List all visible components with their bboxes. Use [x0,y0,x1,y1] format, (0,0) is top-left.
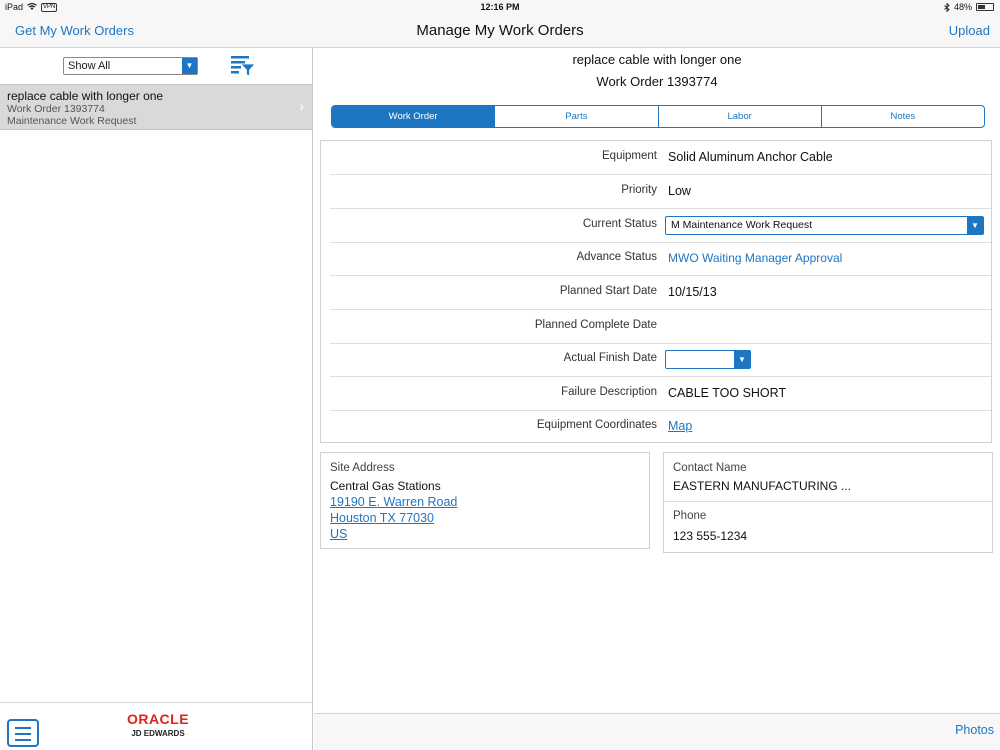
actual-finish-date-picker[interactable]: ▼ [665,350,751,369]
advance-status-row: Advance Status MWO Waiting Manager Appro… [321,242,991,276]
site-address-card: Site Address Central Gas Stations 19190 … [320,452,650,549]
photos-button[interactable]: Photos [955,723,994,737]
chevron-down-icon: ▼ [182,58,197,74]
phone-label: Phone [673,510,707,522]
page-title: Manage My Work Orders [416,22,584,39]
chevron-down-icon: ▼ [967,217,983,234]
planned-complete-label: Planned Complete Date [534,319,657,331]
tab-work-order[interactable]: Work Order [332,106,496,127]
tab-parts[interactable]: Parts [495,106,659,127]
contact-card: Contact Name EASTERN MANUFACTURING ... P… [663,452,993,553]
equipment-coordinates-label: Equipment Coordinates [536,419,657,431]
work-order-detail-panel: replace cable with longer one Work Order… [314,48,1000,750]
tab-labor[interactable]: Labor [659,106,822,127]
current-status-row: Current Status M Maintenance Work Reques… [321,209,991,243]
status-time: 12:16 PM [480,2,520,12]
equipment-value: Solid Aluminum Anchor Cable [668,150,833,164]
battery-icon [976,3,994,11]
actual-finish-row: Actual Finish Date ▼ [321,343,991,377]
oracle-jde-logo: ORACLE JD EDWARDS [118,711,198,738]
card-divider [664,501,992,502]
current-status-value: M Maintenance Work Request [671,219,813,231]
priority-label: Priority [621,184,657,196]
site-address-label: Site Address [330,462,395,474]
priority-row: Priority Low [321,175,991,209]
equipment-label: Equipment [602,150,657,162]
site-name: Central Gas Stations [330,479,441,493]
filter-list-icon[interactable] [230,55,256,77]
menu-button[interactable] [7,719,39,747]
detail-footer: Photos [314,713,1000,750]
work-order-form: Equipment Solid Aluminum Anchor Cable Pr… [320,140,992,443]
advance-status-link[interactable]: MWO Waiting Manager Approval [668,251,842,265]
upload-button[interactable]: Upload [949,23,990,38]
logo-oracle-text: ORACLE [126,711,190,727]
phone-value[interactable]: 123 555-1234 [673,529,747,543]
detail-subtitle: Work Order 1393774 [596,74,718,89]
status-bar-right: 48% [944,2,994,12]
show-filter-select[interactable]: Show All ▼ [63,57,198,75]
equipment-coordinates-row: Equipment Coordinates Map [321,410,991,444]
filter-row: Show All ▼ [0,48,313,84]
actual-finish-label: Actual Finish Date [563,352,657,364]
chevron-down-icon: ▼ [734,351,750,368]
show-filter-value: Show All [68,60,111,72]
map-link[interactable]: Map [668,419,692,433]
navigation-bar: Get My Work Orders Manage My Work Orders… [0,14,1000,48]
list-item[interactable]: replace cable with longer one Work Order… [0,84,312,130]
failure-description-row: Failure Description CABLE TOO SHORT [321,377,991,411]
site-country-link[interactable]: US [330,527,347,541]
segmented-tabs: Work Order Parts Labor Notes [331,105,985,128]
left-footer: ORACLE JD EDWARDS [0,702,312,750]
planned-start-label: Planned Start Date [559,285,657,297]
bluetooth-icon [944,2,950,12]
failure-description-label: Failure Description [561,386,657,398]
equipment-row: Equipment Solid Aluminum Anchor Cable [321,141,991,175]
current-status-select[interactable]: M Maintenance Work Request ▼ [665,216,984,235]
planned-start-value: 10/15/13 [668,285,717,299]
contact-name-label: Contact Name [673,462,747,474]
work-order-item-type: Maintenance Work Request [7,115,137,127]
logo-jde-text: JD EDWARDS [131,729,185,738]
detail-title: replace cable with longer one [572,52,742,67]
planned-complete-row: Planned Complete Date [321,310,991,344]
battery-percent: 48% [953,2,972,12]
work-order-item-number: Work Order 1393774 [7,103,105,115]
planned-start-row: Planned Start Date 10/15/13 [321,276,991,310]
tab-notes[interactable]: Notes [822,106,984,127]
chevron-right-icon: › [299,98,304,114]
site-street-link[interactable]: 19190 E. Warren Road [330,495,457,509]
failure-description-value: CABLE TOO SHORT [668,386,787,400]
priority-value: Low [668,184,691,198]
status-bar: iPad VPN 12:16 PM 48% [0,0,1000,14]
work-order-item-title: replace cable with longer one [7,89,164,103]
work-order-list-panel: Show All ▼ replace cable with longer one… [0,48,313,750]
current-status-label: Current Status [582,218,657,230]
site-city-link[interactable]: Houston TX 77030 [330,511,434,525]
advance-status-label: Advance Status [576,251,657,263]
contact-name-value: EASTERN MANUFACTURING ... [673,479,852,493]
